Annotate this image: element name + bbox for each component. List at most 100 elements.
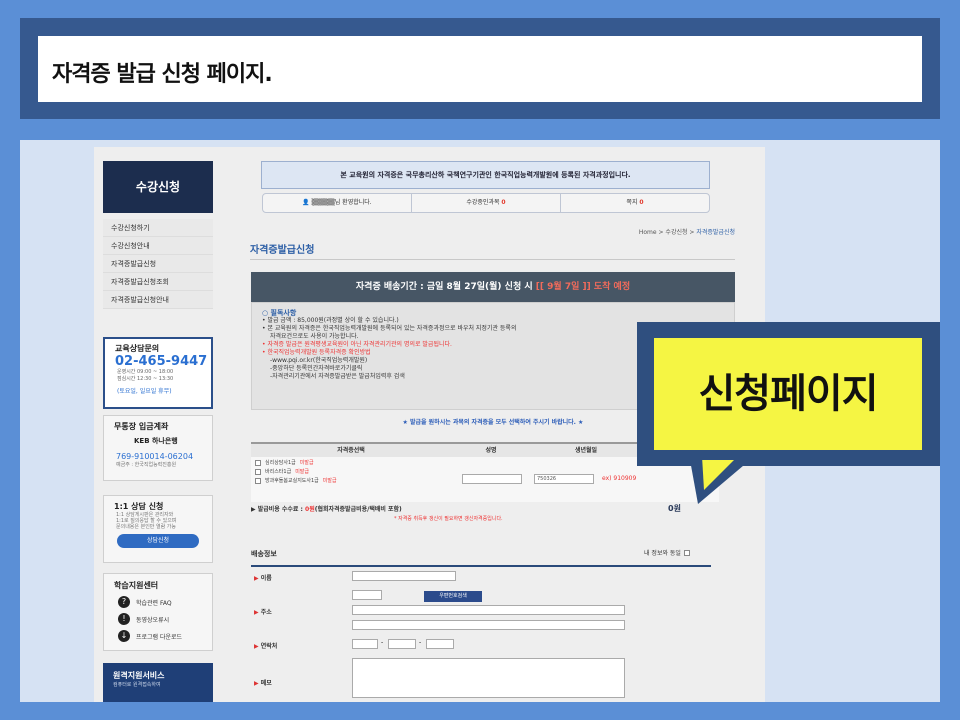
cert-status: 미발급 <box>322 478 337 484</box>
faq-label: 학습관련 FAQ <box>136 599 172 607</box>
courses-label: 수강중인과목 <box>466 199 500 206</box>
contact-label: ▶ 연락처 <box>254 643 278 650</box>
one-to-one-box: 1:1 상담 신청 1:1 상담게시판은 관리자와 1:1로 질의응답 할 수 … <box>103 495 213 563</box>
consult-box: 교육상담문의 02-465-9447 운영시간 09:00 ~ 18:00 점심… <box>103 337 213 409</box>
notes-count: 0 <box>639 199 644 206</box>
consult-title: 교육상담문의 <box>115 344 160 353</box>
contact-input-1[interactable] <box>352 639 378 649</box>
video-error-link[interactable]: ! 동영상오류시 <box>104 608 212 625</box>
shipping-divider <box>251 565 711 567</box>
fee-amount: 0원 <box>305 506 315 513</box>
sidebar-item-cert-apply[interactable]: 자격증발급신청 <box>103 255 213 273</box>
sidebar-item-apply[interactable]: 수강신청하기 <box>103 219 213 237</box>
callout-text: 신청페이지 <box>698 371 879 417</box>
consult-hours-1: 운영시간 09:00 ~ 18:00 <box>117 369 174 375</box>
title-box: 자격증 발급 신청 페이지. <box>38 36 922 102</box>
cert-status: 미발급 <box>299 460 314 466</box>
breadcrumb-current: 자격증발급신청 <box>696 229 735 236</box>
zipcode-input[interactable] <box>352 590 382 600</box>
fee-label: ▶ 발급비용 수수료 : <box>251 506 306 513</box>
sidebar-menu: 수강신청하기 수강신청안내 자격증발급신청 자격증발급신청조회 자격증발급신청안… <box>103 219 213 309</box>
cert-name: 바리스타1급 <box>265 469 292 475</box>
one-to-one-title: 1:1 상담 신청 <box>114 502 164 511</box>
notes-line-2-text: 본 교육원의 자격증은 한국직업능력개발원에 등록되어 있는 자격증과정으로 바… <box>267 325 517 332</box>
cert-checkbox[interactable] <box>255 477 261 484</box>
notes-line-5-text: 한국직업능력개발원 등록자격증 확인방법 <box>267 349 371 356</box>
memo-label-text: 메모 <box>260 680 272 687</box>
cert-status: 미발급 <box>295 469 309 475</box>
fee-desc: (협회자격증발급비용/택배비 포함) <box>314 506 402 513</box>
page-title: 자격증발급신청 <box>250 245 315 256</box>
dash: - <box>419 639 422 646</box>
breadcrumb-path: Home > 수강신청 > <box>638 229 697 236</box>
support-box: 학습지원센터 ? 학습관련 FAQ ! 동영상오류시 ↓ 프로그램 다운로드 <box>103 573 213 651</box>
address-input-2[interactable] <box>352 620 625 630</box>
address-input-1[interactable] <box>352 605 625 615</box>
callout-pointer <box>690 460 750 504</box>
same-info-toggle[interactable]: 내 정보와 동일 <box>644 548 690 557</box>
address-label-text: 주소 <box>260 609 272 616</box>
notice-banner: 본 교육원의 자격증은 국무총리산하 국책연구기관인 한국직업능력개발원에 등록… <box>261 161 710 189</box>
birth-example: ex) 910909 <box>602 475 637 482</box>
name-input[interactable] <box>462 474 522 484</box>
support-title: 학습지원센터 <box>114 581 159 590</box>
download-label: 프로그램 다운로드 <box>136 633 183 641</box>
bank-account: 769-910014-06204 <box>116 452 194 461</box>
sidebar: 수강신청 수강신청하기 수강신청안내 자격증발급신청 자격증발급신청조회 자격증… <box>103 161 213 309</box>
contact-input-3[interactable] <box>426 639 454 649</box>
title-divider <box>250 259 735 260</box>
bank-title: 무통장 입금계좌 <box>114 422 169 431</box>
notes-line-4-text: 자격증 발급은 원격평생교육원이 아닌 자격관리기관의 명의로 발급됩니다. <box>267 341 452 348</box>
courses-tab[interactable]: 수강중인과목 0 <box>412 194 561 212</box>
memo-textarea[interactable] <box>352 658 625 698</box>
header-name: 성명 <box>485 447 497 454</box>
one-to-one-desc-3: 문의내용은 본인만 열람 가능 <box>116 524 176 530</box>
address-label: ▶ 주소 <box>254 609 272 616</box>
question-icon: ? <box>118 596 130 608</box>
cert-name: 방과후돌봄교실지도사1급 <box>265 478 319 484</box>
same-info-label: 내 정보와 동일 <box>644 550 681 557</box>
bank-holder: 예금주 : 한국직업능력진흥원 <box>116 462 177 468</box>
recipient-name-label-text: 이름 <box>260 575 272 582</box>
same-info-checkbox[interactable] <box>683 549 690 556</box>
fee-total: 0원 <box>668 504 681 513</box>
notes-line-1-text: 발급 금액 : 85,000원(과정별 상이 할 수 있습니다.) <box>267 317 399 324</box>
faq-link[interactable]: ? 학습관련 FAQ <box>104 591 212 608</box>
remote-desc: 컴퓨터로 원격접속하여 <box>113 682 161 688</box>
fee-line: ▶ 발급비용 수수료 : 0원(협회자격증발급비용/택배비 포함) <box>251 504 719 513</box>
bank-name: KEB 하나은행 <box>134 437 178 445</box>
welcome-text: 님 환영합니다. <box>334 199 372 206</box>
sidebar-item-cert-guide[interactable]: 자격증발급신청안내 <box>103 291 213 309</box>
consult-phone: 02-465-9447 <box>115 354 208 369</box>
user-status-bar: 👤 ▒▒▒▒▒님 환영합니다. 수강중인과목 0 쪽지 0 <box>262 193 710 213</box>
cloud-download-icon: ↓ <box>118 630 130 642</box>
warning-icon: ! <box>118 613 130 625</box>
recipient-name-input[interactable] <box>352 571 456 581</box>
sidebar-item-guide[interactable]: 수강신청안내 <box>103 237 213 255</box>
birth-input[interactable]: 750326 <box>534 474 594 484</box>
fee-note: * 자격증 취득후 갱신이 필요하면 갱신자격증입니다. <box>394 516 503 522</box>
memo-label: ▶ 메모 <box>254 680 272 687</box>
download-link[interactable]: ↓ 프로그램 다운로드 <box>104 625 212 642</box>
recipient-name-label: ▶ 이름 <box>254 575 272 582</box>
consult-apply-button[interactable]: 상담신청 <box>117 534 199 548</box>
notes-head-text: 필독사항 <box>270 309 297 317</box>
welcome-tab: 👤 ▒▒▒▒▒님 환영합니다. <box>263 194 412 212</box>
breadcrumb: Home > 수강신청 > 자격증발급신청 <box>554 227 735 236</box>
sidebar-item-cert-lookup[interactable]: 자격증발급신청조회 <box>103 273 213 291</box>
cert-checkbox[interactable] <box>255 459 261 466</box>
notes-tab[interactable]: 쪽지 0 <box>561 194 709 212</box>
remote-support-box[interactable]: 원격지원서비스 컴퓨터로 원격접속하여 <box>103 663 213 702</box>
delivery-banner: 자격증 배송기간 : 금일 8월 27일(월) 신청 시 [[ 9월 7일 ]]… <box>251 272 735 302</box>
header-birth: 생년월일 <box>574 447 598 454</box>
contact-input-2[interactable] <box>388 639 416 649</box>
video-error-label: 동영상오류시 <box>136 616 170 624</box>
shipping-title: 배송정보 <box>251 550 277 558</box>
zipcode-search-button[interactable]: 우편번호검색 <box>424 591 482 602</box>
delivery-highlight: [[ 9월 7일 ]] 도착 예정 <box>535 282 631 292</box>
sidebar-header: 수강신청 <box>103 161 213 213</box>
cert-checkbox[interactable] <box>255 468 261 475</box>
dash: - <box>381 639 384 646</box>
bank-box: 무통장 입금계좌 KEB 하나은행 769-910014-06204 예금주 :… <box>103 415 213 481</box>
header-cert: 자격증선택 <box>337 447 365 454</box>
